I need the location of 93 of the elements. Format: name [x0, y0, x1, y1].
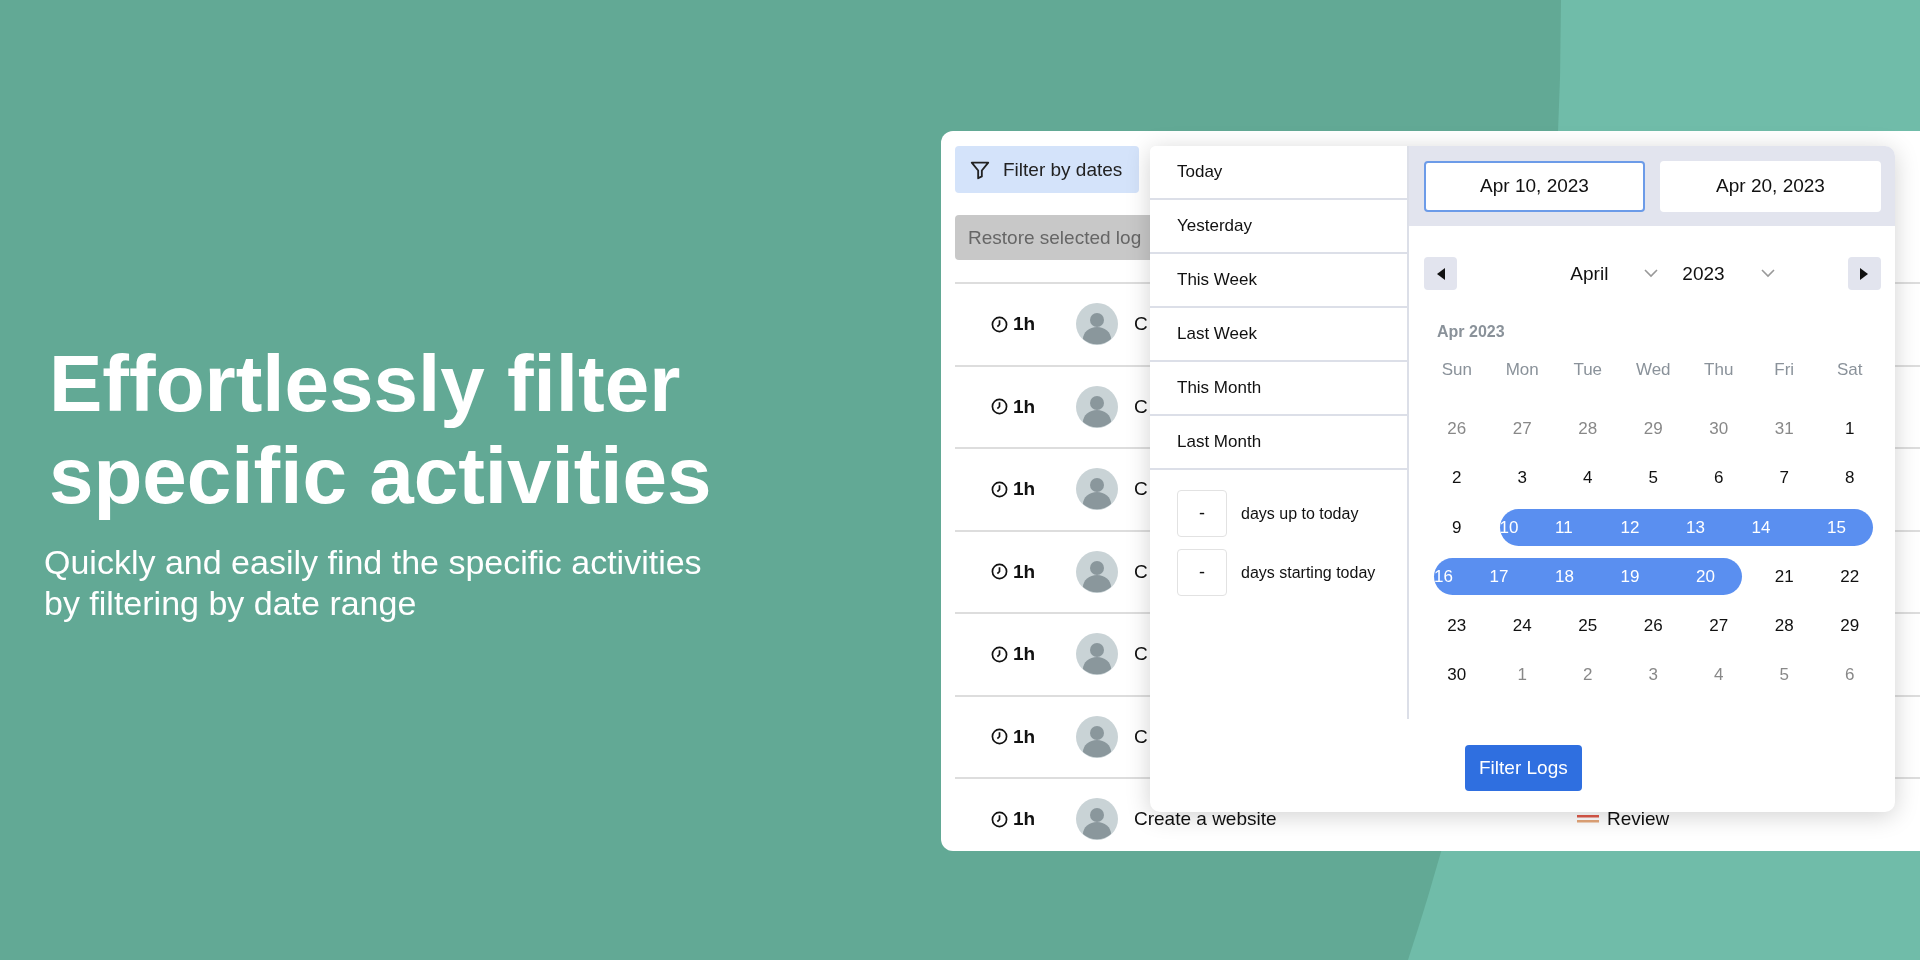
preset-option[interactable]: Last Week [1150, 308, 1407, 362]
days-input[interactable]: - [1177, 549, 1227, 596]
activity-title: C [1134, 478, 1148, 501]
preset-option[interactable]: This Month [1150, 362, 1407, 416]
calendar-day[interactable]: 2 [1555, 656, 1621, 694]
preset-option[interactable]: This Week [1150, 254, 1407, 308]
calendar-day[interactable]: 26 [1620, 607, 1686, 645]
calendar-day[interactable]: 5 [1751, 656, 1817, 694]
clock-icon [991, 480, 1008, 498]
activity-title: C [1134, 313, 1148, 336]
calendar-day[interactable]: 26 [1424, 410, 1490, 448]
duration-text: 1h [1013, 395, 1037, 418]
status-label: Review [1607, 808, 1670, 831]
calendar-day[interactable]: 9 [1424, 509, 1490, 547]
duration-text: 1h [1013, 560, 1037, 583]
double-line-icon [1577, 814, 1599, 825]
calendar-day[interactable]: 7 [1751, 459, 1817, 497]
days-input[interactable]: - [1177, 490, 1227, 537]
calendar-day[interactable]: 2 [1424, 459, 1490, 497]
days-label: days up to today [1241, 504, 1359, 523]
clock-icon [991, 645, 1008, 663]
calendar-day[interactable]: 30 [1424, 656, 1490, 694]
calendar-day[interactable]: 25 [1555, 607, 1621, 645]
preset-option[interactable]: Last Month [1150, 416, 1407, 470]
calendar-day[interactable]: 1 [1489, 656, 1555, 694]
calendar-day[interactable]: 6 [1817, 656, 1883, 694]
weekday-label: Fri [1773, 359, 1796, 381]
chevron-down-icon [1644, 269, 1659, 278]
calendar-day[interactable]: 30 [1686, 410, 1752, 448]
previous-month-button[interactable] [1424, 257, 1457, 290]
duration-text: 1h [1013, 478, 1037, 501]
clock-icon [991, 810, 1008, 828]
end-date-field[interactable]: Apr 20, 2023 [1660, 160, 1881, 212]
right-triangle-icon [1859, 267, 1870, 280]
calendar-day[interactable]: 8 [1817, 459, 1883, 497]
weekday-label: Mon [1504, 359, 1540, 381]
preset-option[interactable]: Yesterday [1150, 200, 1407, 254]
calendar-day[interactable]: 4 [1686, 656, 1752, 694]
calendar-day[interactable]: 3 [1489, 459, 1555, 497]
avatar-icon [1076, 385, 1118, 428]
clock-icon [991, 563, 1008, 581]
start-date-field[interactable]: Apr 10, 2023 [1424, 160, 1645, 212]
month-dropdown[interactable]: April [1570, 262, 1659, 285]
calendar-day[interactable]: 23 [1424, 607, 1490, 645]
avatar-icon [1076, 798, 1118, 841]
duration-text: 1h [1013, 643, 1037, 666]
next-month-button[interactable] [1848, 257, 1881, 290]
subheadline: Quickly and easily find the specific activities by filtering by date range [44, 542, 703, 624]
avatar-icon [1076, 633, 1118, 676]
weekday-label: Thu [1703, 359, 1735, 381]
avatar-icon [1076, 715, 1118, 758]
activity-title: C [1134, 560, 1148, 583]
duration-text: 1h [1013, 725, 1037, 748]
filter-logs-button[interactable]: Filter Logs [1465, 745, 1582, 791]
calendar-day[interactable]: 27 [1686, 607, 1752, 645]
avatar-icon [1076, 303, 1118, 346]
calendar-day[interactable]: 29 [1620, 410, 1686, 448]
weekday-label: Tue [1572, 359, 1604, 381]
activity-title: C [1134, 395, 1148, 418]
activity-title: C [1134, 643, 1148, 666]
filter-by-dates-button[interactable]: Filter by dates [955, 146, 1139, 193]
activity-title: C [1134, 725, 1148, 748]
calendar-day[interactable]: 3 [1620, 656, 1686, 694]
preset-option[interactable]: Today [1150, 146, 1407, 200]
days-label: days starting today [1241, 563, 1376, 582]
calendar-day[interactable]: 1 [1817, 410, 1883, 448]
weekday-label: Wed [1634, 359, 1672, 381]
calendar-day[interactable]: 6 [1686, 459, 1752, 497]
activity-title: Create a website [1134, 808, 1277, 831]
duration-text: 1h [1013, 313, 1037, 336]
left-triangle-icon [1435, 267, 1446, 280]
weekday-label: Sat [1836, 359, 1864, 381]
calendar-day[interactable]: 28 [1751, 607, 1817, 645]
calendar-day[interactable]: 24 [1489, 607, 1555, 645]
clock-icon [991, 728, 1008, 746]
calendar-day[interactable]: 21 [1751, 558, 1817, 596]
duration-text: 1h [1013, 808, 1037, 831]
calendar-day[interactable]: 31 [1751, 410, 1817, 448]
avatar-icon [1076, 468, 1118, 511]
calendar-day[interactable]: 5 [1620, 459, 1686, 497]
calendar-day[interactable]: 29 [1817, 607, 1883, 645]
month-heading: Apr 2023 [1437, 323, 1506, 341]
calendar-day[interactable]: 22 [1817, 558, 1883, 596]
calendar-day[interactable]: 27 [1489, 410, 1555, 448]
year-dropdown[interactable]: 2023 [1682, 262, 1775, 285]
weekday-label: Sun [1440, 359, 1473, 381]
avatar-icon [1076, 550, 1118, 593]
chevron-down-icon [1760, 269, 1775, 278]
headline: Effortlessly filter specific activities [49, 338, 713, 522]
calendar-day[interactable]: 28 [1555, 410, 1621, 448]
clock-icon [991, 315, 1008, 333]
calendar-day[interactable]: 4 [1555, 459, 1621, 497]
clock-icon [991, 398, 1008, 416]
